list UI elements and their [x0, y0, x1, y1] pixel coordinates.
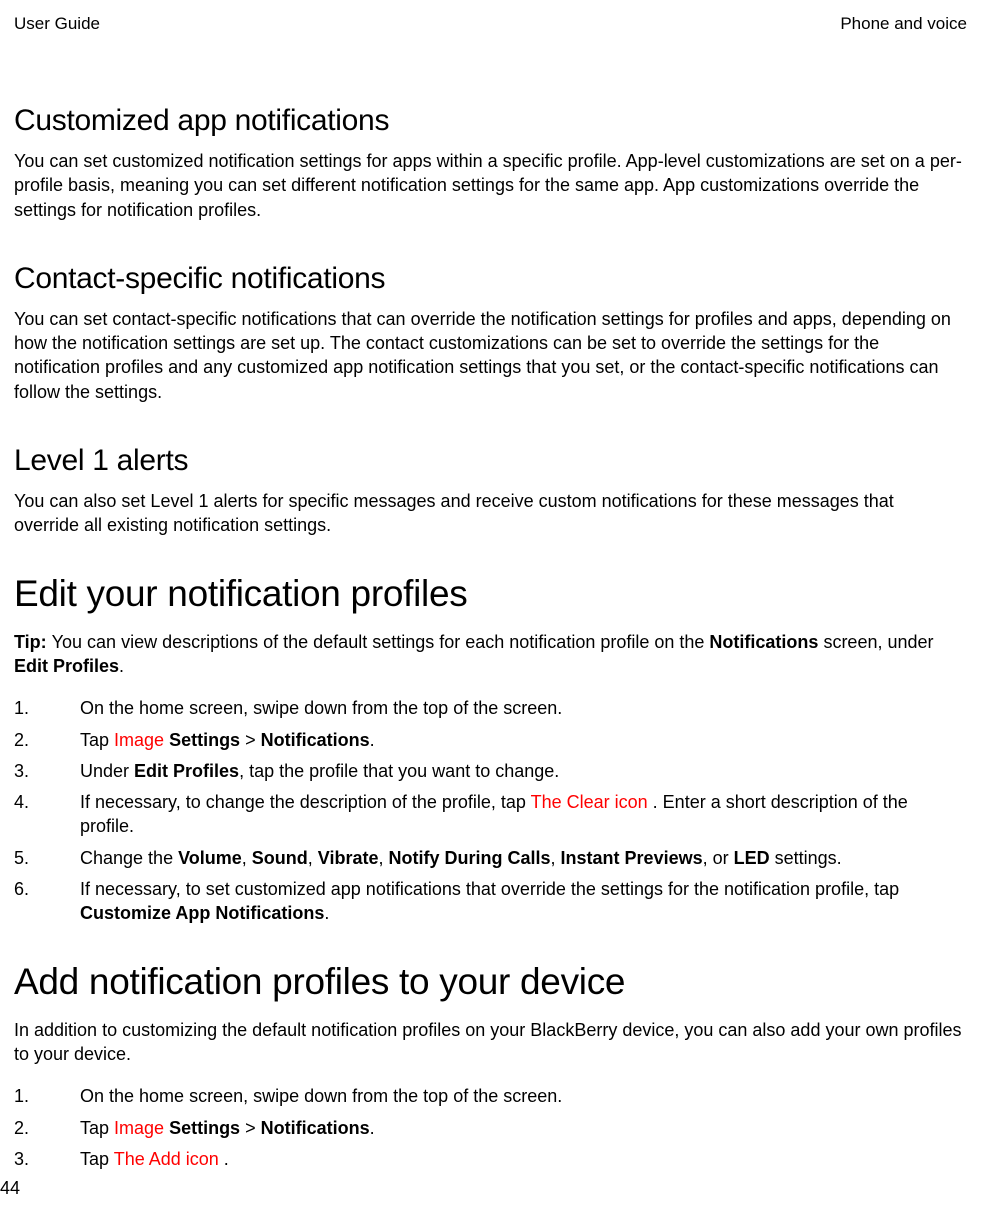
t: Settings	[169, 1118, 240, 1138]
t: Tap	[80, 1149, 114, 1169]
step-number: 1.	[14, 1084, 29, 1108]
step-text: On the home screen, swipe down from the …	[80, 698, 562, 718]
step-text: Tap The Add icon .	[80, 1149, 229, 1169]
body-contact: You can set contact-specific notificatio…	[14, 307, 963, 404]
body-level1: You can also set Level 1 alerts for spec…	[14, 489, 963, 538]
t: Tap	[80, 1118, 114, 1138]
step-text: Tap Image Settings > Notifications.	[80, 1118, 375, 1138]
step-text: If necessary, to set customized app noti…	[80, 879, 899, 923]
step-number: 1.	[14, 696, 29, 720]
content-area: Customized app notifications You can set…	[14, 104, 967, 1171]
t: .	[224, 1149, 229, 1169]
t: .	[324, 903, 329, 923]
image-icon: Image	[114, 730, 169, 750]
heading-contact: Contact-specific notifications	[14, 262, 963, 296]
list-item: 5. Change the Volume, Sound, Vibrate, No…	[14, 846, 963, 870]
list-item: 2. Tap Image Settings > Notifications.	[14, 728, 963, 752]
add-icon: The Add icon	[114, 1149, 224, 1169]
page-number: 44	[0, 1178, 20, 1199]
heading-add-profiles: Add notification profiles to your device	[14, 961, 963, 1003]
t: >	[240, 1118, 261, 1138]
t: .	[370, 730, 375, 750]
t: Settings	[169, 730, 240, 750]
t: ,	[379, 848, 389, 868]
step-number: 5.	[14, 846, 29, 870]
t: Vibrate	[318, 848, 379, 868]
t: If necessary, to change the description …	[80, 792, 531, 812]
add-steps-list: 1. On the home screen, swipe down from t…	[14, 1084, 963, 1171]
step-text: Under Edit Profiles, tap the profile tha…	[80, 761, 559, 781]
tip-label: Tip:	[14, 632, 52, 652]
t: Volume	[178, 848, 242, 868]
list-item: 1. On the home screen, swipe down from t…	[14, 696, 963, 720]
tip-b1: You can view descriptions of the default…	[52, 632, 710, 652]
t: Instant Previews	[561, 848, 703, 868]
step-number: 2.	[14, 728, 29, 752]
t: Notifications	[261, 1118, 370, 1138]
list-item: 2. Tap Image Settings > Notifications.	[14, 1116, 963, 1140]
t: If necessary, to set customized app noti…	[80, 879, 899, 899]
list-item: 3. Tap The Add icon .	[14, 1147, 963, 1171]
body-customized: You can set customized notification sett…	[14, 149, 963, 222]
list-item: 3. Under Edit Profiles, tap the profile …	[14, 759, 963, 783]
t: ,	[551, 848, 561, 868]
step-text: Tap Image Settings > Notifications.	[80, 730, 375, 750]
tip-bold1: Notifications	[709, 632, 818, 652]
list-item: 1. On the home screen, swipe down from t…	[14, 1084, 963, 1108]
t: settings.	[770, 848, 842, 868]
header-left: User Guide	[14, 14, 100, 34]
step-number: 4.	[14, 790, 29, 814]
t: Tap	[80, 730, 114, 750]
tip-bold2: Edit Profiles	[14, 656, 119, 676]
t: >	[240, 730, 261, 750]
step-number: 3.	[14, 759, 29, 783]
t: .	[370, 1118, 375, 1138]
clear-icon: The Clear icon	[531, 792, 653, 812]
t: , or	[703, 848, 734, 868]
step-text: On the home screen, swipe down from the …	[80, 1086, 562, 1106]
t: ,	[308, 848, 318, 868]
t: LED	[734, 848, 770, 868]
heading-edit-profiles: Edit your notification profiles	[14, 573, 963, 615]
image-icon: Image	[114, 1118, 169, 1138]
t: Notify During Calls	[389, 848, 551, 868]
heading-customized: Customized app notifications	[14, 104, 963, 138]
body-add-intro: In addition to customizing the default n…	[14, 1018, 963, 1067]
t: Change the	[80, 848, 178, 868]
t: Customize App Notifications	[80, 903, 324, 923]
t: Under	[80, 761, 134, 781]
t: Edit Profiles	[134, 761, 239, 781]
step-number: 2.	[14, 1116, 29, 1140]
page-header: User Guide Phone and voice	[14, 14, 967, 34]
list-item: 6. If necessary, to set customized app n…	[14, 877, 963, 926]
t: , tap the profile that you want to chang…	[239, 761, 559, 781]
edit-steps-list: 1. On the home screen, swipe down from t…	[14, 696, 963, 925]
tip-text: Tip: You can view descriptions of the de…	[14, 630, 963, 679]
step-number: 6.	[14, 877, 29, 901]
step-text: If necessary, to change the description …	[80, 792, 908, 836]
step-text: Change the Volume, Sound, Vibrate, Notif…	[80, 848, 842, 868]
header-right: Phone and voice	[840, 14, 967, 34]
list-item: 4. If necessary, to change the descripti…	[14, 790, 963, 839]
t: ,	[242, 848, 252, 868]
heading-level1: Level 1 alerts	[14, 444, 963, 478]
t: Sound	[252, 848, 308, 868]
step-number: 3.	[14, 1147, 29, 1171]
tip-b3: .	[119, 656, 124, 676]
t: Notifications	[261, 730, 370, 750]
tip-b2: screen, under	[818, 632, 933, 652]
